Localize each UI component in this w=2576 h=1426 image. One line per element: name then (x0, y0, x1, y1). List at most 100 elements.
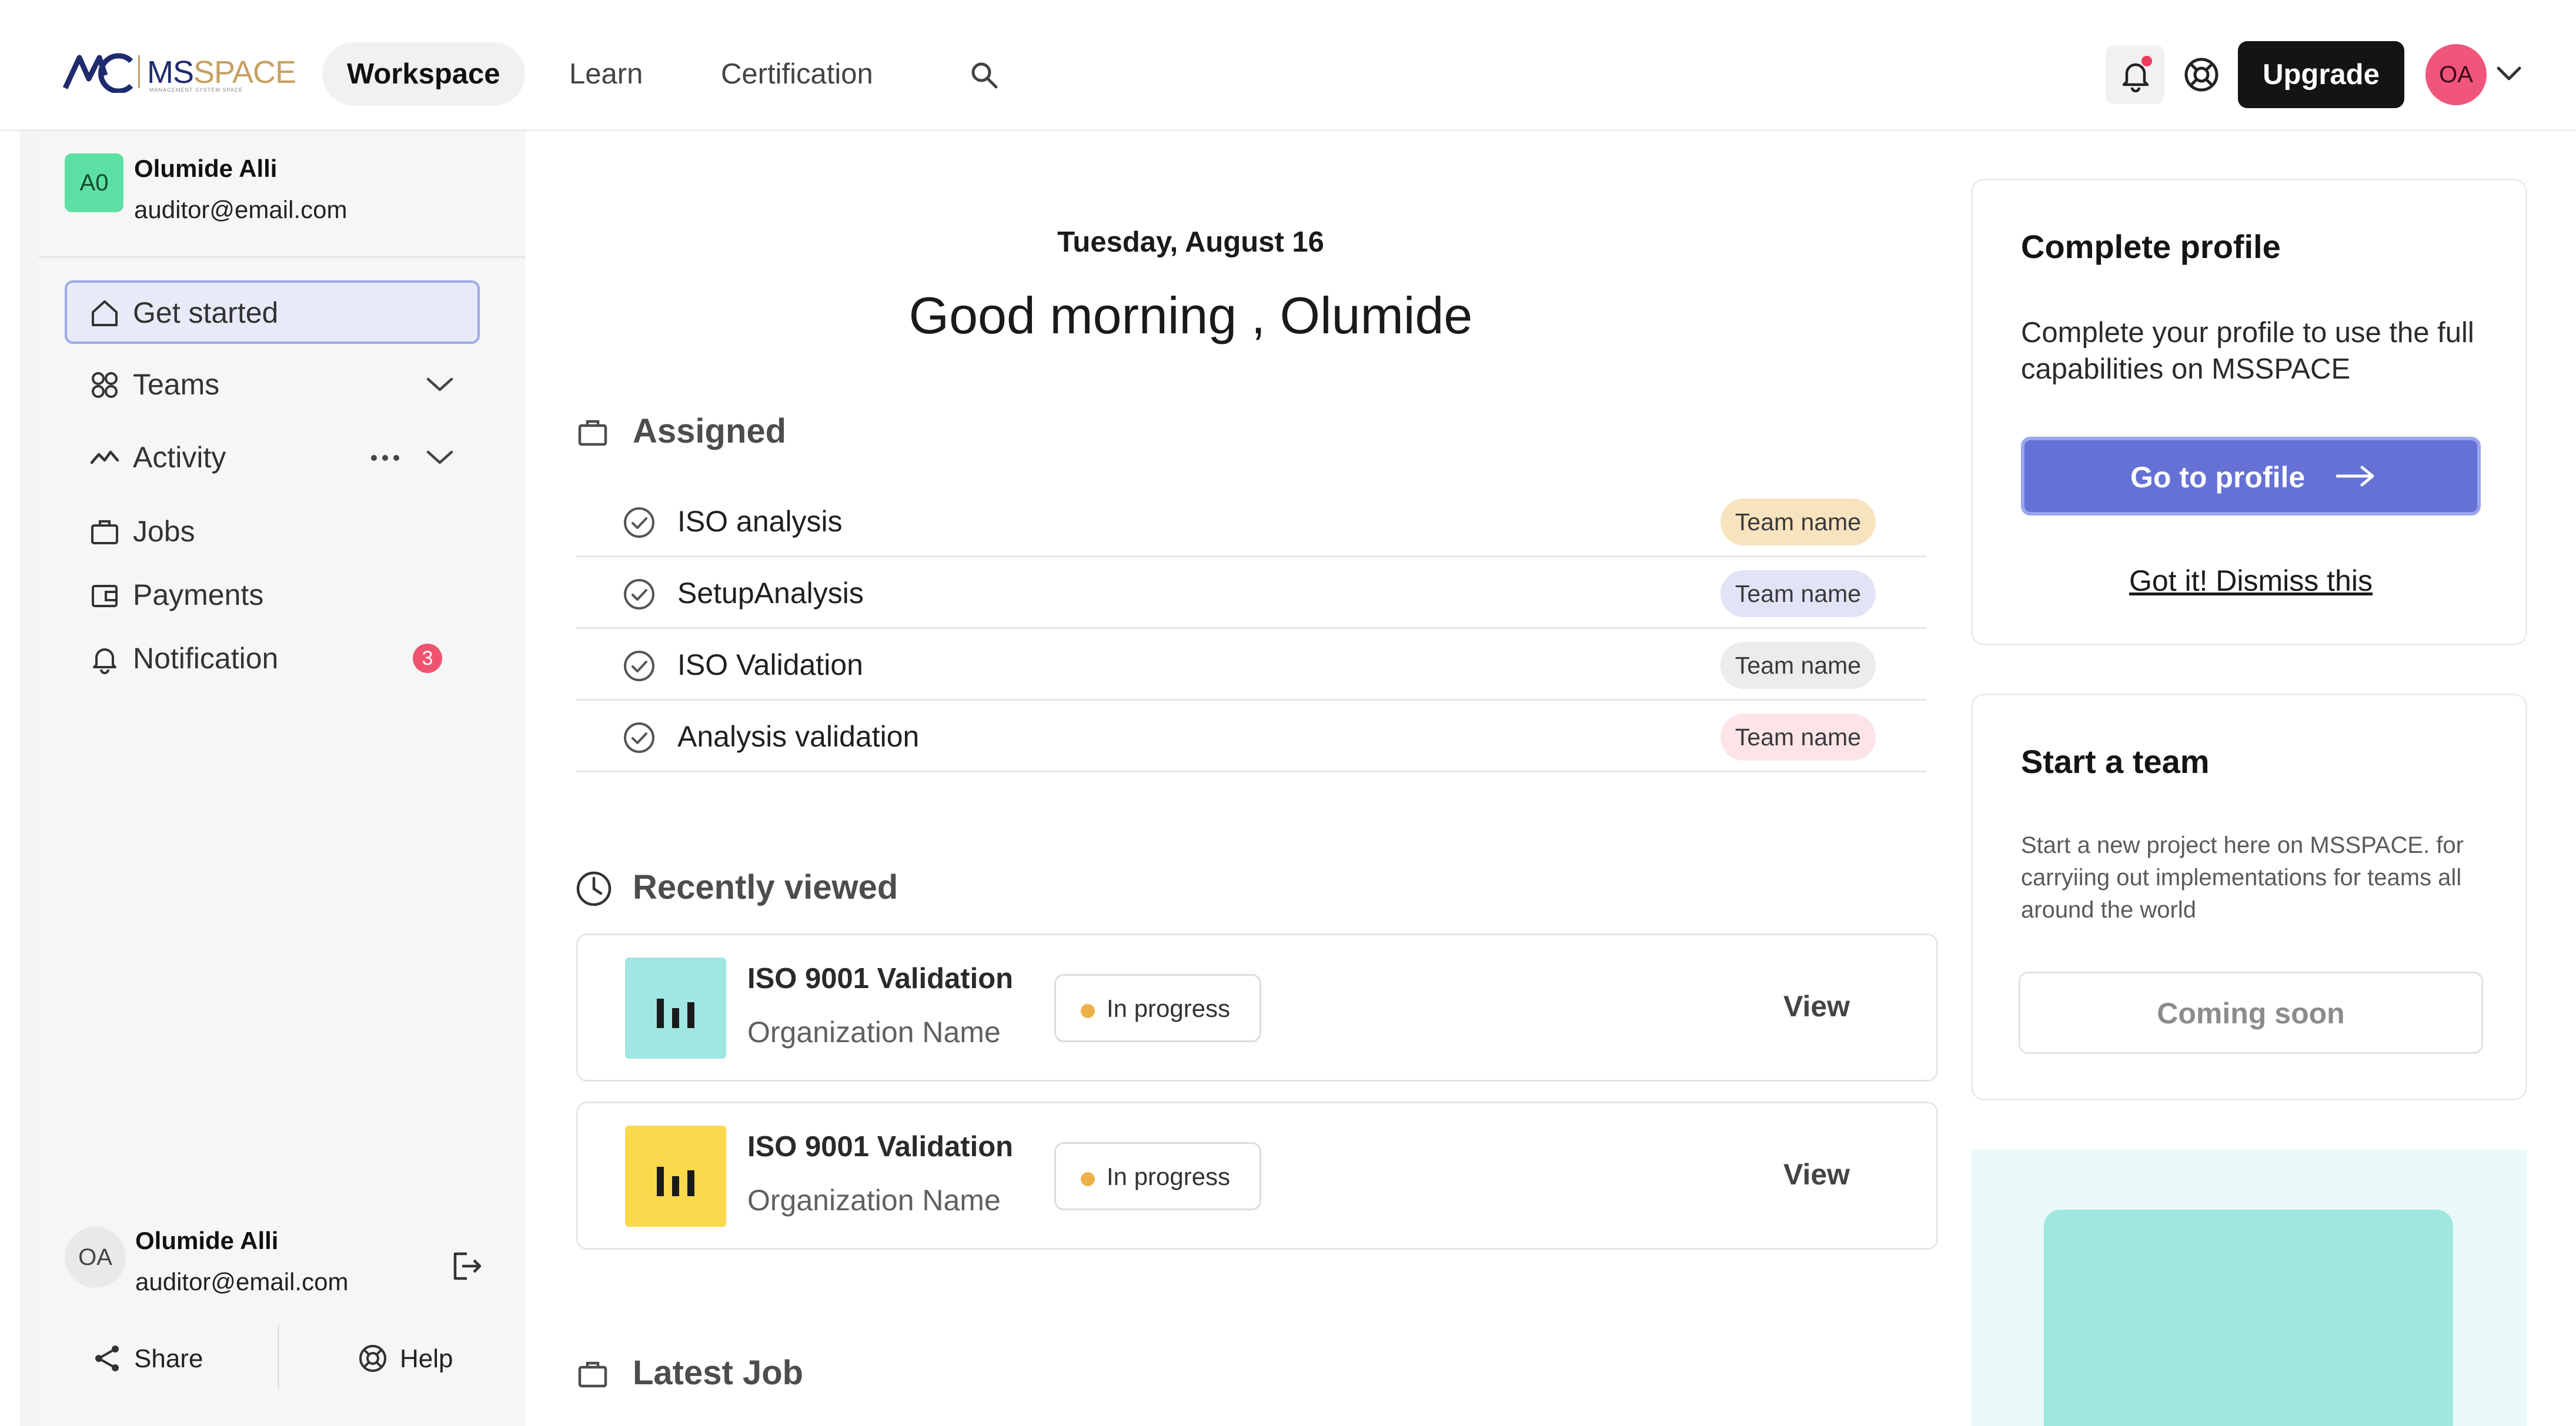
notification-dot (2141, 56, 2152, 66)
user-name: Olumide Alli (135, 1227, 279, 1254)
recently-viewed-section-header: Recently viewed (576, 868, 988, 915)
user-avatar[interactable]: OA (2425, 44, 2487, 105)
briefcase-icon (578, 1361, 607, 1388)
view-button[interactable]: View (1783, 989, 1850, 1023)
home-icon (92, 300, 118, 326)
msspace-logo[interactable]: MSSPACE MANAGEMENT SYSTEM SPACE (63, 52, 296, 95)
share-button[interactable]: Share (92, 1330, 239, 1383)
user-name: Olumide Alli (134, 155, 278, 182)
bar-chart-icon (657, 1167, 694, 1196)
sidebar-item-activity[interactable]: Activity (65, 425, 480, 488)
start-team-card: Start a team Start a new project here on… (1971, 694, 2527, 1100)
help-globe-icon (359, 1345, 386, 1372)
more-horizontal-icon[interactable] (370, 454, 400, 461)
promo-illustration (2044, 1210, 2453, 1426)
card-title: Complete profile (2021, 228, 2281, 265)
share-icon (95, 1345, 119, 1371)
card-title: Start a team (2021, 743, 2210, 780)
check-circle-icon[interactable] (622, 721, 656, 755)
team-badge: Team name (1720, 498, 1876, 545)
team-badge: Team name (1720, 714, 1876, 761)
sidebar-item-payments[interactable]: Payments (65, 563, 480, 626)
briefcase-icon (578, 420, 607, 446)
wallet-icon (92, 585, 118, 607)
sidebar: A0 Olumide Alli auditor@email.com Get st… (20, 131, 526, 1426)
share-label: Share (134, 1344, 203, 1373)
sidebar-item-label: Payments (133, 578, 264, 611)
sidebar-item-label: Activity (133, 441, 226, 474)
view-button[interactable]: View (1783, 1157, 1850, 1191)
coming-soon-button[interactable]: Coming soon (2019, 972, 2483, 1054)
status-label: In progress (1107, 995, 1231, 1022)
help-globe-icon[interactable] (2182, 55, 2221, 94)
logo-space: SPACE (193, 55, 296, 90)
chevron-down-icon[interactable] (2496, 65, 2522, 82)
sidebar-item-label: Teams (133, 368, 220, 401)
section-title: Latest Job (633, 1354, 804, 1392)
bell-icon (93, 648, 116, 674)
sidebar-item-label: Notification (133, 642, 279, 675)
help-label: Help (400, 1344, 453, 1373)
briefcase-icon (91, 520, 118, 544)
avatar[interactable]: OA (65, 1227, 126, 1288)
logout-icon[interactable] (449, 1249, 483, 1283)
current-date: Tuesday, August 16 (1057, 226, 1324, 258)
project-thumbnail (625, 1126, 726, 1227)
check-circle-icon[interactable] (622, 577, 656, 611)
logo-wordmark: MSSPACE (147, 54, 296, 91)
status-badge: In progress (1054, 974, 1261, 1042)
sidebar-user-footer: OA Olumide Alli auditor@email.com (65, 1219, 483, 1296)
top-bar: MSSPACE MANAGEMENT SYSTEM SPACE Workspac… (0, 0, 2576, 131)
assigned-row[interactable]: ISO analysis Team name (576, 486, 1926, 557)
assigned-row[interactable]: ISO Validation Team name (576, 629, 1926, 701)
project-title: ISO 9001 Validation (747, 963, 1014, 995)
bar-chart-icon (657, 999, 694, 1028)
sidebar-item-notification[interactable]: Notification 3 (65, 626, 480, 689)
notifications-button[interactable] (2106, 45, 2164, 104)
organization-name: Organization Name (747, 1016, 1001, 1049)
assigned-title: ISO analysis (677, 505, 843, 538)
search-icon[interactable] (968, 59, 1001, 92)
msspace-logo-mark-icon (63, 53, 133, 93)
project-title: ISO 9001 Validation (747, 1131, 1014, 1163)
help-button[interactable]: Help (358, 1330, 504, 1383)
recent-item-card[interactable]: ISO 9001 Validation Organization Name In… (576, 933, 1938, 1082)
assigned-title: Analysis validation (677, 720, 920, 753)
tab-workspace[interactable]: Workspace (322, 42, 525, 106)
go-to-profile-button[interactable]: Go to profile (2021, 437, 2481, 515)
status-label: In progress (1107, 1163, 1231, 1190)
greeting-title: Good morning , Olumide (908, 286, 1473, 344)
assigned-row[interactable]: Analysis validation Team name (576, 701, 1926, 772)
assigned-title: SetupAnalysis (677, 577, 864, 610)
dismiss-link[interactable]: Got it! Dismiss this (1973, 564, 2529, 598)
check-circle-icon[interactable] (622, 649, 656, 683)
app-root: MSSPACE MANAGEMENT SYSTEM SPACE Workspac… (0, 0, 2576, 1426)
sidebar-item-jobs[interactable]: Jobs (65, 499, 480, 563)
tab-certification[interactable]: Certification (696, 42, 898, 106)
teams-icon (92, 372, 118, 398)
tab-learn[interactable]: Learn (544, 42, 667, 106)
organization-name: Organization Name (747, 1184, 1001, 1217)
assigned-row[interactable]: SetupAnalysis Team name (576, 557, 1926, 629)
status-dot (1081, 1172, 1095, 1186)
chevron-down-icon[interactable] (426, 376, 454, 393)
team-badge: Team name (1720, 642, 1876, 689)
clock-icon (576, 871, 612, 906)
user-email: auditor@email.com (135, 1268, 349, 1296)
footer-divider (278, 1324, 279, 1389)
upgrade-button[interactable]: Upgrade (2238, 41, 2404, 108)
logo-ms: MS (147, 55, 194, 90)
status-dot (1081, 1004, 1095, 1018)
card-description: Complete your profile to use the full ca… (2021, 317, 2474, 385)
sidebar-item-teams[interactable]: Teams (65, 352, 480, 416)
user-email: auditor@email.com (134, 196, 348, 223)
chevron-down-icon[interactable] (426, 448, 454, 466)
sidebar-item-get-started[interactable]: Get started (65, 280, 480, 344)
activity-icon (90, 450, 119, 464)
section-title: Assigned (633, 412, 787, 450)
section-title: Recently viewed (633, 868, 898, 906)
logo-divider (138, 55, 140, 88)
recent-item-card[interactable]: ISO 9001 Validation Organization Name In… (576, 1102, 1938, 1250)
check-circle-icon[interactable] (622, 506, 656, 540)
logo-tagline: MANAGEMENT SYSTEM SPACE (149, 87, 243, 93)
